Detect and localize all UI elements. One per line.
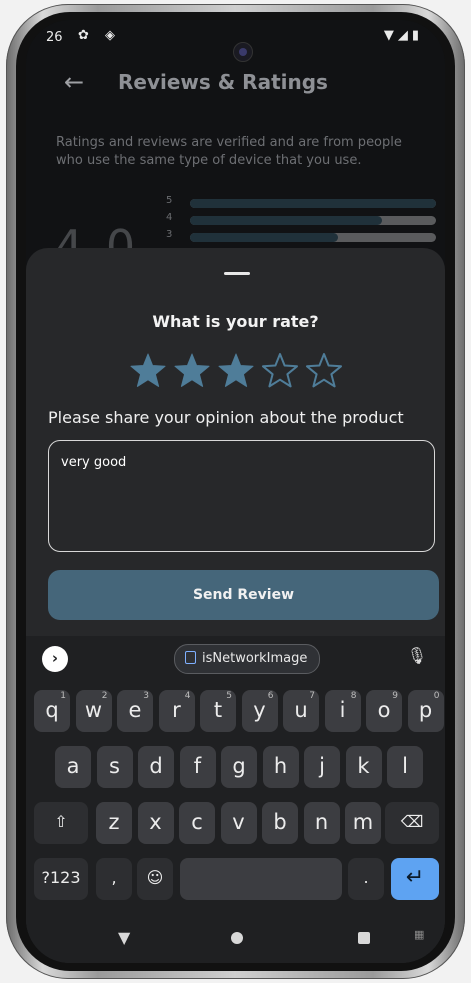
key-t[interactable]: t5 — [200, 690, 236, 732]
key-r[interactable]: r4 — [158, 690, 195, 732]
shift-key[interactable]: ⇧ — [34, 802, 88, 844]
rating-bar-5: 5 — [166, 195, 436, 210]
status-notification-icons: ✿ ◈ — [78, 28, 122, 43]
rating-bar-3: 3 — [166, 229, 436, 244]
star-filled-icon[interactable] — [129, 352, 167, 390]
keyboard-suggestion-chip[interactable]: isNetworkImage — [174, 644, 321, 674]
suggestion-text: isNetworkImage — [202, 651, 308, 666]
key-c[interactable]: c — [179, 802, 215, 844]
key-k[interactable]: k — [345, 746, 382, 788]
key-p[interactable]: p0 — [407, 690, 444, 732]
star-rating[interactable] — [26, 352, 445, 394]
enter-key[interactable]: ↵ — [391, 858, 439, 900]
period-key[interactable]: . — [348, 858, 384, 900]
key-y[interactable]: y6 — [241, 690, 278, 732]
key-d[interactable]: d — [138, 746, 174, 788]
key-e[interactable]: e3 — [117, 690, 153, 732]
key-b[interactable]: b — [262, 802, 298, 844]
rating-bar-label: 4 — [166, 212, 173, 223]
keyboard-switch-icon[interactable]: ▦ — [414, 928, 424, 941]
back-arrow-icon[interactable]: ← — [64, 68, 84, 96]
keyboard-toolbar: › isNetworkImage 🎙 — [26, 636, 445, 678]
rating-bar-fill — [190, 233, 338, 242]
key-x[interactable]: x — [137, 802, 174, 844]
key-g[interactable]: g — [221, 746, 257, 788]
key-s[interactable]: s — [96, 746, 133, 788]
system-nav-bar: ▼ ▦ — [26, 926, 445, 956]
key-u[interactable]: u7 — [283, 690, 319, 732]
key-m[interactable]: m — [345, 802, 381, 844]
clipboard-icon — [185, 651, 196, 664]
key-i[interactable]: i8 — [324, 690, 361, 732]
status-time: 26 — [46, 30, 63, 45]
camera-icon — [233, 42, 253, 62]
key-w[interactable]: w2 — [75, 690, 112, 732]
microphone-icon[interactable]: 🎙 — [407, 646, 427, 665]
soft-keyboard: › isNetworkImage 🎙 q1w2e3r4t5y6u7i8o9p0 a… — [26, 636, 445, 963]
key-f[interactable]: f — [179, 746, 216, 788]
rating-bar-label: 5 — [166, 195, 173, 206]
opinion-label: Please share your opinion about the prod… — [48, 408, 404, 427]
key-h[interactable]: h — [262, 746, 299, 788]
nav-recents-icon[interactable] — [358, 932, 370, 944]
rating-bar-label: 3 — [166, 229, 173, 240]
send-review-button[interactable]: Send Review — [48, 570, 439, 620]
sheet-drag-handle[interactable] — [224, 272, 250, 275]
rating-bar-fill — [190, 216, 382, 225]
ratings-description: Ratings and reviews are verified and are… — [56, 135, 402, 168]
rate-question: What is your rate? — [152, 312, 319, 331]
space-key[interactable] — [180, 858, 342, 900]
key-n[interactable]: n — [303, 802, 340, 844]
star-filled-icon[interactable] — [217, 352, 255, 390]
emoji-key[interactable]: ☺ — [137, 858, 173, 900]
rating-bar-track — [190, 199, 436, 208]
star-filled-icon[interactable] — [173, 352, 211, 390]
phone-screen: 26 ✿ ◈ ▼◢▮ ← Reviews & Ratings Ratings a… — [26, 20, 445, 963]
rating-bar-4: 4 — [166, 212, 436, 227]
star-outline-icon[interactable] — [261, 352, 299, 390]
page-title: Reviews & Ratings — [118, 70, 328, 94]
opinion-textarea[interactable]: very good — [48, 440, 435, 552]
key-a[interactable]: a — [55, 746, 91, 788]
comma-key[interactable]: , — [96, 858, 132, 900]
rating-bar-track — [190, 216, 436, 225]
key-q[interactable]: q1 — [34, 690, 70, 732]
status-system-icons: ▼◢▮ — [383, 28, 423, 43]
rating-bar-track — [190, 233, 436, 242]
nav-home-icon[interactable] — [231, 932, 243, 944]
key-l[interactable]: l — [387, 746, 423, 788]
star-outline-icon[interactable] — [305, 352, 343, 390]
nav-back-icon[interactable]: ▼ — [118, 928, 130, 947]
key-o[interactable]: o9 — [366, 690, 402, 732]
keyboard-expand-icon[interactable]: › — [42, 646, 68, 672]
rating-distribution: 5 4 3 — [166, 195, 436, 247]
key-z[interactable]: z — [96, 802, 132, 844]
key-v[interactable]: v — [220, 802, 257, 844]
rating-bar-fill — [190, 199, 436, 208]
key-j[interactable]: j — [304, 746, 340, 788]
symbols-key[interactable]: ?123 — [34, 858, 88, 900]
backspace-key[interactable]: ⌫ — [385, 802, 439, 844]
app-bar: ← Reviews & Ratings — [26, 62, 445, 118]
